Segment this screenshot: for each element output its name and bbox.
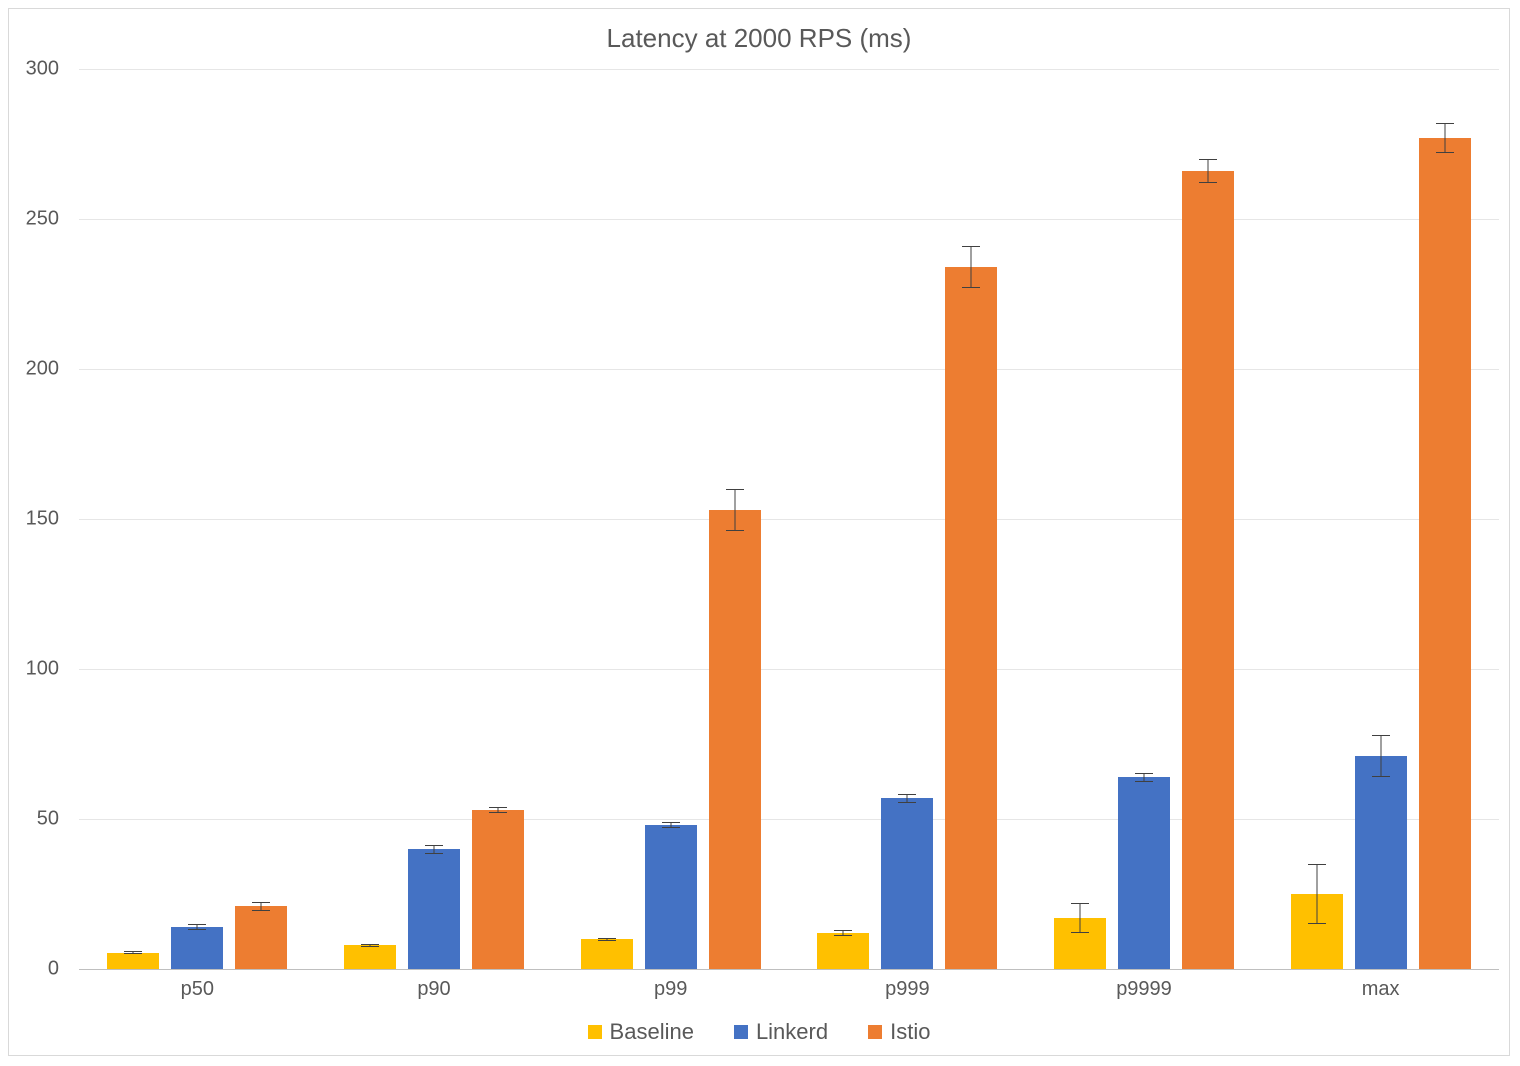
bar-linkerd-p999 <box>881 798 933 969</box>
bar-baseline-max <box>1291 894 1343 969</box>
y-tick-label: 50 <box>0 808 59 831</box>
bar-linkerd-max <box>1355 756 1407 969</box>
legend-label: Istio <box>890 1019 930 1045</box>
legend-label: Baseline <box>610 1019 694 1045</box>
bar-istio-max <box>1419 138 1471 969</box>
bar-istio-p999 <box>945 267 997 969</box>
bar-baseline-p9999 <box>1054 918 1106 969</box>
legend: Baseline Linkerd Istio <box>9 1019 1509 1045</box>
y-tick-label: 250 <box>0 208 59 231</box>
bar-baseline-p50 <box>107 953 159 970</box>
y-tick-label: 200 <box>0 358 59 381</box>
bar-linkerd-p50 <box>171 927 223 969</box>
legend-label: Linkerd <box>756 1019 828 1045</box>
legend-swatch <box>734 1025 748 1039</box>
chart-title: Latency at 2000 RPS (ms) <box>9 23 1509 54</box>
bar-istio-p90 <box>472 810 524 969</box>
bar-linkerd-p9999 <box>1118 777 1170 969</box>
bar-baseline-p90 <box>344 945 396 969</box>
bar-linkerd-p90 <box>408 849 460 969</box>
y-tick-label: 0 <box>0 958 59 981</box>
chart-frame: Latency at 2000 RPS (ms) 050100150200250… <box>8 8 1510 1056</box>
legend-swatch <box>588 1025 602 1039</box>
gridline <box>79 69 1499 70</box>
legend-item-baseline: Baseline <box>588 1019 694 1045</box>
gridline <box>79 219 1499 220</box>
y-tick-label: 300 <box>0 58 59 81</box>
bar-istio-p9999 <box>1182 171 1234 969</box>
legend-item-istio: Istio <box>868 1019 930 1045</box>
gridline <box>79 819 1499 820</box>
plot-area: 050100150200250300p50p90p99p999p9999max <box>79 69 1499 969</box>
gridline <box>79 969 1499 970</box>
gridline <box>79 519 1499 520</box>
bar-linkerd-p99 <box>645 825 697 969</box>
x-tick-label: max <box>1362 978 1400 1001</box>
bar-baseline-p999 <box>817 933 869 969</box>
y-tick-label: 150 <box>0 508 59 531</box>
x-tick-label: p999 <box>885 978 930 1001</box>
bar-baseline-p99 <box>581 939 633 969</box>
bar-istio-p50 <box>235 906 287 969</box>
x-tick-label: p99 <box>654 978 687 1001</box>
x-tick-label: p90 <box>417 978 450 1001</box>
legend-swatch <box>868 1025 882 1039</box>
gridline <box>79 669 1499 670</box>
legend-item-linkerd: Linkerd <box>734 1019 828 1045</box>
x-tick-label: p9999 <box>1116 978 1172 1001</box>
x-tick-label: p50 <box>181 978 214 1001</box>
y-tick-label: 100 <box>0 658 59 681</box>
gridline <box>79 369 1499 370</box>
bar-istio-p99 <box>709 510 761 969</box>
